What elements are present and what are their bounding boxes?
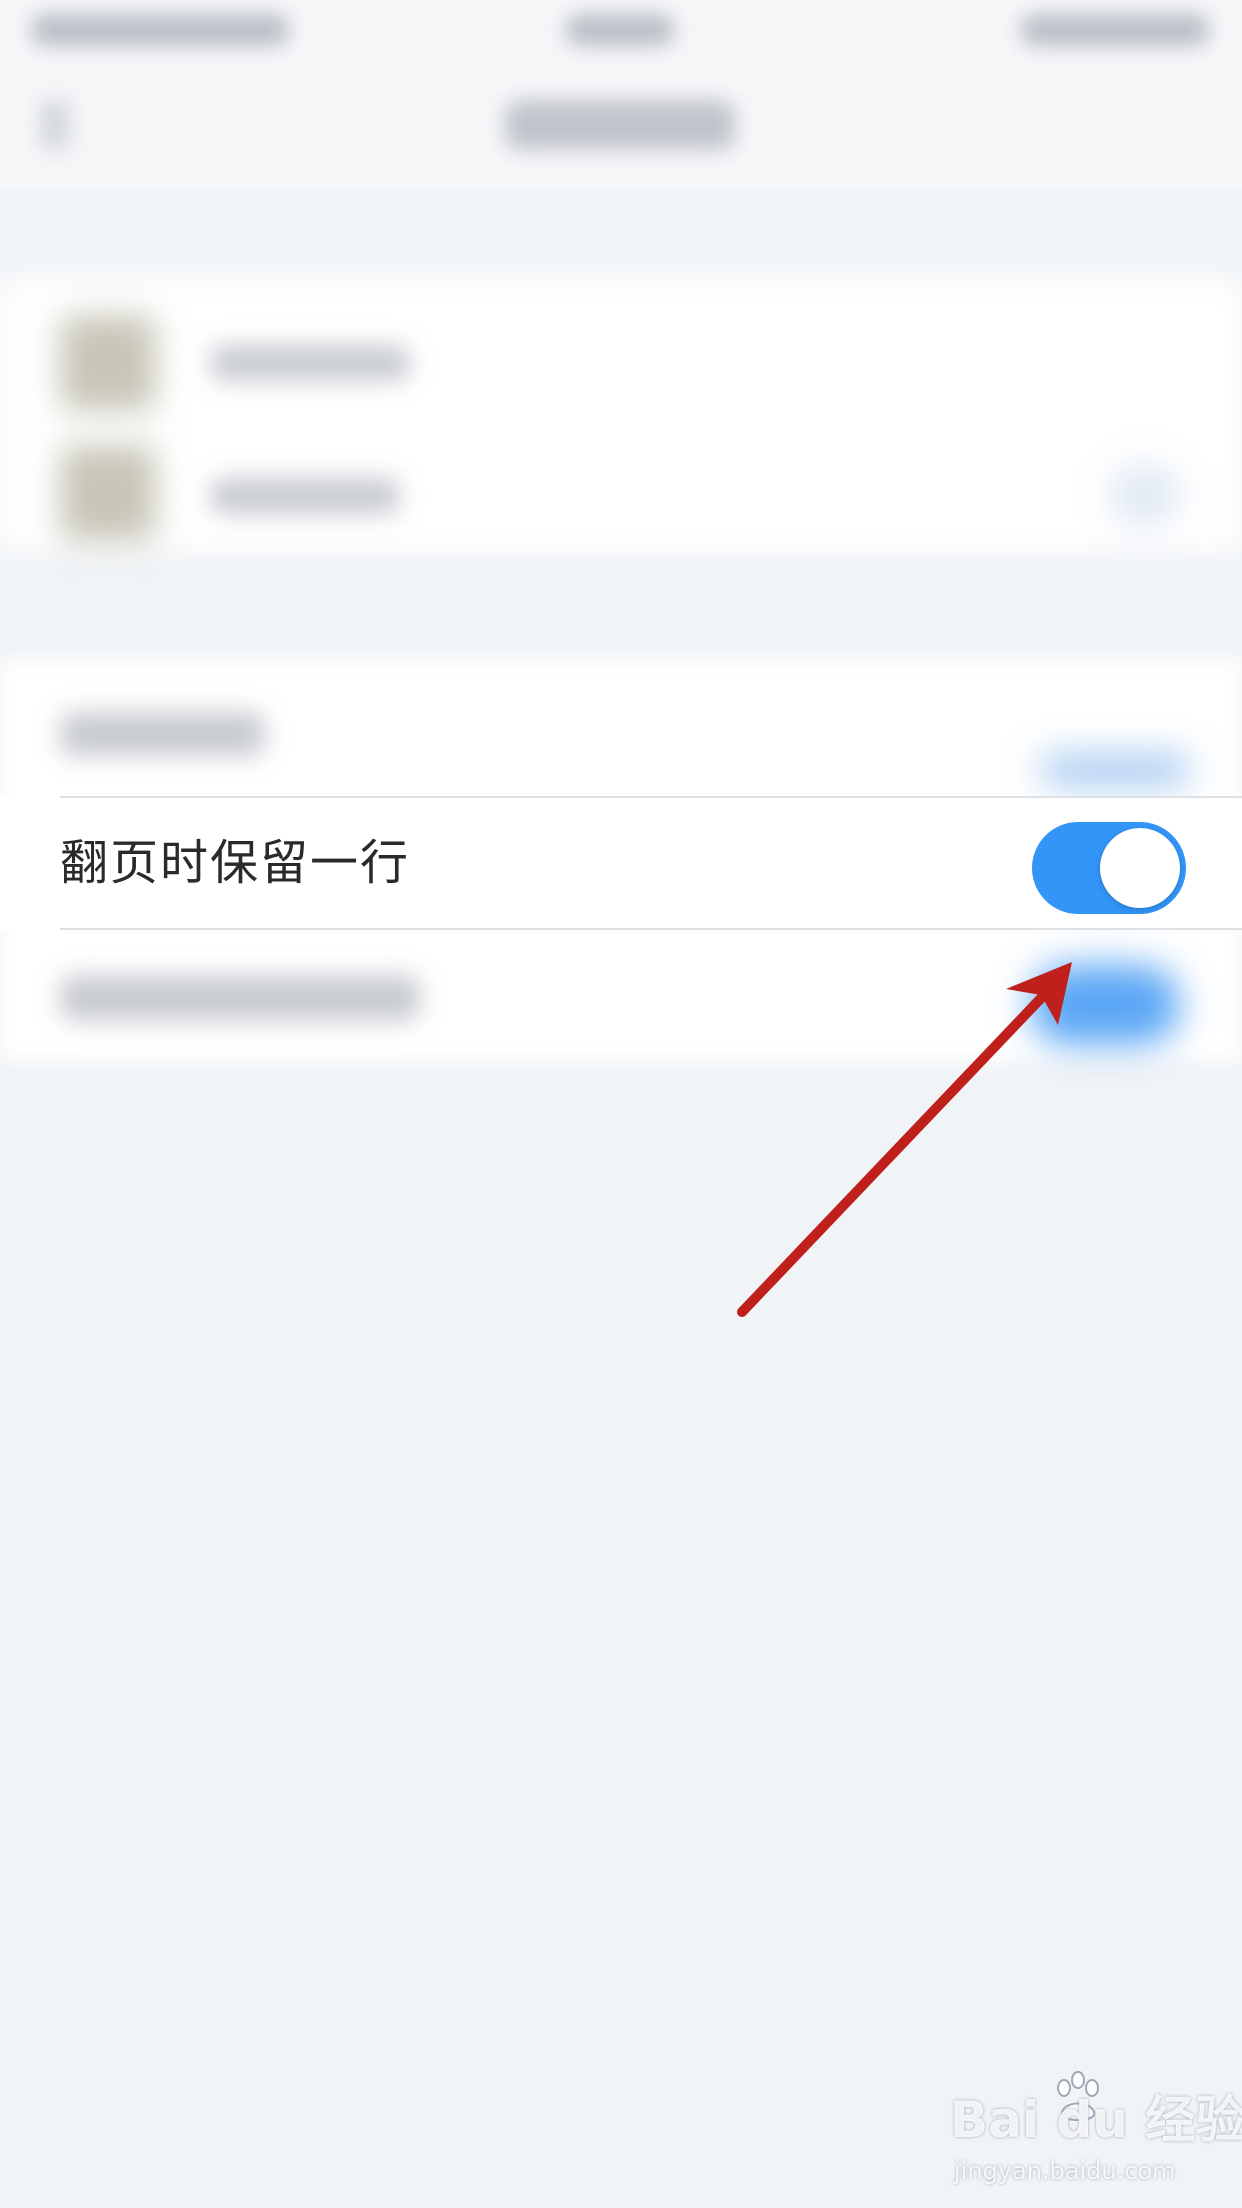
keep-line-toggle[interactable] — [1032, 822, 1186, 914]
thumbnail-2 — [60, 445, 156, 541]
status-time-blur — [565, 14, 675, 46]
toggle-knob — [1100, 828, 1180, 908]
setting-below-label-blur — [60, 975, 420, 1021]
setting-above-label-blur — [60, 712, 265, 756]
watermark-url: jingyan.baidu.com — [954, 2157, 1176, 2185]
setting-below-toggle-blur — [1030, 965, 1180, 1045]
setting-row-keep-line[interactable]: 翻页时保留一行 — [0, 796, 1242, 930]
setting-label: 翻页时保留一行 — [60, 835, 411, 891]
status-carrier-blur — [30, 14, 290, 46]
watermark: Bai du 经验 jingyan.baidu.com — [950, 2070, 1242, 2190]
thumbnail-select-blur — [1110, 465, 1180, 525]
theme-card-blur — [0, 280, 1242, 550]
thumbnail-2-label-blur — [210, 478, 400, 514]
back-icon[interactable] — [40, 100, 70, 150]
thumbnail-1 — [60, 315, 156, 411]
watermark-brand: Bai du 经验 — [950, 2091, 1242, 2149]
thumbnail-1-label-blur — [210, 345, 410, 381]
status-battery-blur — [1020, 14, 1210, 46]
divider — [60, 928, 1242, 930]
divider — [60, 796, 1242, 798]
screen: 翻页时保留一行 Bai du 经验 jingyan.baidu.com — [0, 0, 1242, 2208]
nav-title-blur — [505, 100, 735, 150]
setting-above-toggle-blur — [1040, 755, 1190, 785]
